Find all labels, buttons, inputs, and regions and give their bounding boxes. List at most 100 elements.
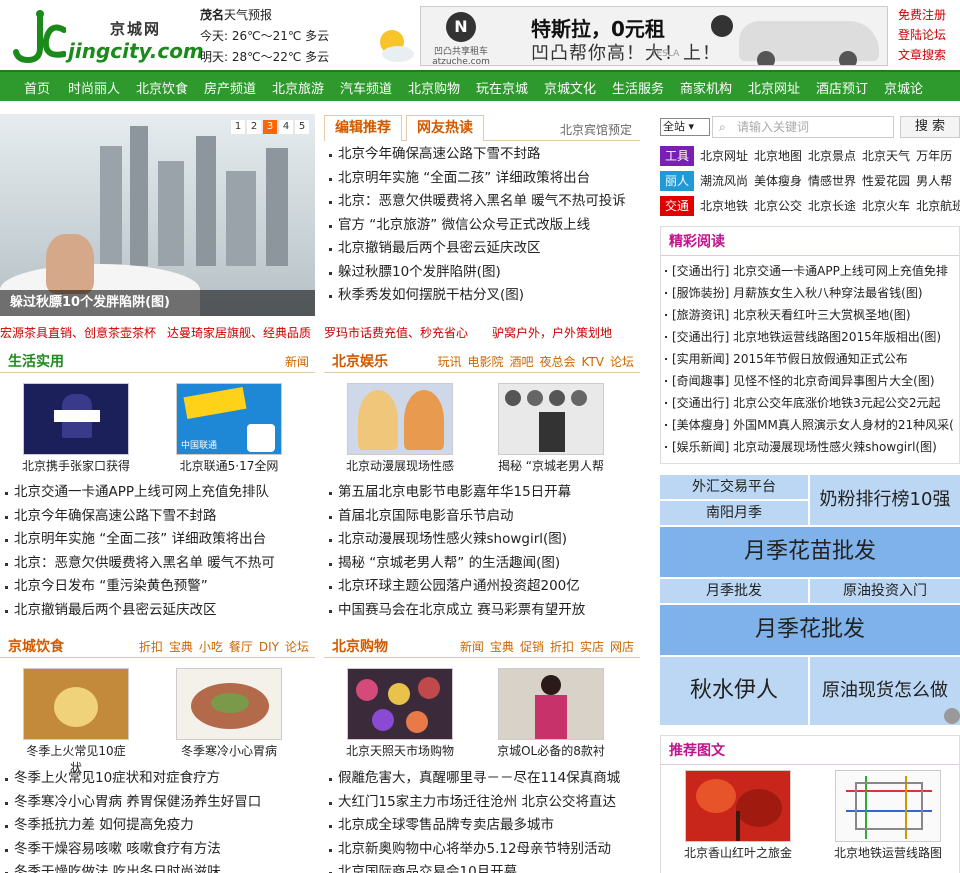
nav-item[interactable]: 汽车频道 — [340, 78, 392, 97]
list-item[interactable]: 北京：恶意欠供暖费将入黑名单 暖气不热可投诉 — [328, 190, 640, 214]
thumb-item[interactable]: 中国联通 北京联通5·17全网 — [175, 383, 283, 475]
nav-item[interactable]: 商家机构 — [680, 78, 732, 97]
nav-item[interactable]: 北京购物 — [408, 78, 460, 97]
list-item[interactable]: 北京新奥购物中心将举办5.12母亲节特别活动 — [328, 838, 640, 862]
list-item[interactable]: [实用新闻] 2015年节假日放假通知正式公布 — [664, 348, 958, 370]
section-link[interactable]: 酒吧 — [509, 355, 533, 369]
section-link[interactable]: 玩讯 — [437, 355, 461, 369]
nav-item[interactable]: 京城文化 — [544, 78, 596, 97]
list-item[interactable]: 大红门15家主力市场迁往沧州 北京公交将直达 — [328, 791, 640, 815]
thumb-item[interactable]: 北京天照天市场购物 — [346, 668, 454, 760]
section-link[interactable]: 宝典 — [490, 640, 514, 654]
slide-page[interactable]: 5 — [295, 120, 309, 134]
list-item[interactable]: [旅游资讯] 北京秋天看红叶三大赏枫圣地(图) — [664, 304, 958, 326]
quick-link[interactable]: 北京地铁 — [700, 199, 748, 213]
paw-icon[interactable] — [944, 708, 960, 724]
quick-link[interactable]: 美体瘦身 — [754, 174, 802, 188]
section-link[interactable]: 宝典 — [169, 640, 193, 654]
quick-link[interactable]: 男人帮 — [916, 174, 952, 188]
list-item[interactable]: 冬季干燥容易咳嗽 咳嗽食疗有方法 — [4, 838, 315, 862]
list-item[interactable]: [奇闻趣事] 见怪不怪的北京奇闻异事图片大全(图) — [664, 370, 958, 392]
nav-item[interactable]: 北京饮食 — [136, 78, 188, 97]
ad-link[interactable]: 月季花苗批发 — [660, 527, 960, 577]
thumb-item[interactable]: 京城OL必备的8款衬 — [497, 668, 605, 760]
list-item[interactable]: 北京今年确保高速公路下雪不封路 — [4, 505, 315, 529]
section-link[interactable]: 电影院 — [467, 355, 503, 369]
section-link[interactable]: 折扣 — [139, 640, 163, 654]
promo-link[interactable]: 罗玛市话费充值、秒充省心 — [324, 324, 468, 341]
nav-item[interactable]: 北京网址 — [748, 78, 800, 97]
quick-link[interactable]: 情感世界 — [808, 174, 856, 188]
search-input[interactable]: ⌕ 请输入关键词 — [712, 116, 894, 138]
quick-link[interactable]: 北京景点 — [808, 149, 856, 163]
ad-link[interactable]: 月季花批发 — [660, 605, 960, 655]
tesla-ad-banner[interactable]: N 凹凸共享租车 atzuche.com 特斯拉，0元租 凹凸帮你高！大！上！ … — [420, 6, 888, 66]
register-link[interactable]: 免费注册 — [898, 5, 960, 25]
quick-link[interactable]: 北京航班 — [916, 199, 960, 213]
section-link[interactable]: 折扣 — [550, 640, 574, 654]
nav-item[interactable]: 房产频道 — [204, 78, 256, 97]
ad-link[interactable]: 外汇交易平台 — [660, 475, 808, 499]
weather-location[interactable]: 茂名 — [200, 8, 224, 22]
list-item[interactable]: 北京今日发布 “重污染黄色预警” — [4, 575, 315, 599]
search-scope-select[interactable]: 全站 ▾ — [660, 118, 710, 136]
list-item[interactable]: 首届北京国际电影音乐节启动 — [328, 505, 640, 529]
section-link[interactable]: 促销 — [520, 640, 544, 654]
list-item[interactable]: 第五届北京电影节电影嘉年华15日开幕 — [328, 481, 640, 505]
section-link[interactable]: KTV — [582, 355, 604, 369]
ad-link[interactable]: 原油现货怎么做 — [810, 657, 960, 725]
quick-link[interactable]: 万年历 — [916, 149, 952, 163]
quick-link[interactable]: 北京地图 — [754, 149, 802, 163]
nav-item[interactable]: 时尚丽人 — [68, 78, 120, 97]
slide-caption[interactable]: 躲过秋膘10个发胖陷阱(图) — [0, 290, 315, 316]
list-item[interactable]: 官方 “北京旅游” 微信公众号正式改版上线 — [328, 214, 640, 238]
section-link[interactable]: 小吃 — [199, 640, 223, 654]
slide-page[interactable]: 2 — [247, 120, 261, 134]
list-item[interactable]: 揭秘 “京城老男人帮” 的生活趣闻(图) — [328, 552, 640, 576]
ad-link[interactable]: 月季批发 — [660, 579, 808, 603]
section-link[interactable]: 新闻 — [285, 355, 309, 369]
quick-link[interactable]: 北京公交 — [754, 199, 802, 213]
thumb-item[interactable]: 冬季寒冷小心胃病 — [175, 668, 283, 760]
thumb-item[interactable]: 北京地铁运营线路图 — [834, 770, 942, 862]
tab-hot-reads[interactable]: 网友热读 — [406, 115, 484, 141]
featured-slideshow[interactable]: 12345 躲过秋膘10个发胖陷阱(图) — [0, 114, 315, 316]
section-title[interactable]: 北京购物 — [332, 636, 388, 656]
thumb-item[interactable]: 揭秘 “京城老男人帮 — [497, 383, 605, 475]
section-title[interactable]: 北京娱乐 — [332, 351, 388, 371]
tab-editor-pick[interactable]: 编辑推荐 — [324, 115, 402, 141]
section-title[interactable]: 京城饮食 — [8, 636, 64, 656]
nav-item[interactable]: 酒店预订 — [816, 78, 868, 97]
promo-link[interactable]: 宏源茶具直销、创意茶壶茶杯 — [0, 324, 156, 341]
article-search-link[interactable]: 文章搜索 — [898, 45, 960, 65]
list-item[interactable]: 秋季秀发如何摆脱干枯分叉(图) — [328, 284, 640, 308]
hotel-booking-link[interactable]: 北京宾馆预定 — [560, 121, 632, 138]
section-link[interactable]: 网店 — [610, 640, 634, 654]
ad-link[interactable]: 秋水伊人 — [660, 657, 808, 725]
list-item[interactable]: 冬季寒冷小心胃病 养胃保健汤养生好冒口 — [4, 791, 315, 815]
list-item[interactable]: [娱乐新闻] 北京动漫展现场性感火辣showgirl(图) — [664, 436, 958, 458]
section-link[interactable]: 夜总会 — [539, 355, 575, 369]
thumb-item[interactable]: 冬季上火常见10症状 — [22, 668, 130, 775]
promo-link[interactable]: 达曼琦家居旗舰、经典品质 — [167, 324, 311, 341]
quick-link[interactable]: 北京火车 — [862, 199, 910, 213]
nav-item[interactable]: 京城论 — [884, 78, 923, 97]
list-item[interactable]: 北京环球主题公园落户通州投资超200亿 — [328, 575, 640, 599]
section-link[interactable]: 新闻 — [460, 640, 484, 654]
section-link[interactable]: 餐厅 — [229, 640, 253, 654]
quick-link[interactable]: 北京天气 — [862, 149, 910, 163]
ad-link[interactable]: 原油投资入门 — [810, 579, 960, 603]
quick-link[interactable]: 北京网址 — [700, 149, 748, 163]
quick-link[interactable]: 性爱花园 — [862, 174, 910, 188]
section-link[interactable]: 实店 — [580, 640, 604, 654]
slide-page[interactable]: 1 — [231, 120, 245, 134]
ad-link[interactable]: 南阳月季 — [660, 501, 808, 525]
list-item[interactable]: 躲过秋膘10个发胖陷阱(图) — [328, 261, 640, 285]
list-item[interactable]: [服饰装扮] 月薪族女生入秋八种穿法最省钱(图) — [664, 282, 958, 304]
list-item[interactable]: [交通出行] 北京地铁运营线路图2015年版相出(图) — [664, 326, 958, 348]
list-item[interactable]: 冬季上火常见10症状和对症食疗方 — [4, 767, 315, 791]
list-item[interactable]: 北京明年实施 “全面二孩” 详细政策将出台 — [4, 528, 315, 552]
forum-login-link[interactable]: 登陆论坛 — [898, 25, 960, 45]
list-item[interactable]: [交通出行] 北京交通一卡通APP上线可网上充值免排 — [664, 260, 958, 282]
list-item[interactable]: 北京成全球零售品牌专卖店最多城市 — [328, 814, 640, 838]
